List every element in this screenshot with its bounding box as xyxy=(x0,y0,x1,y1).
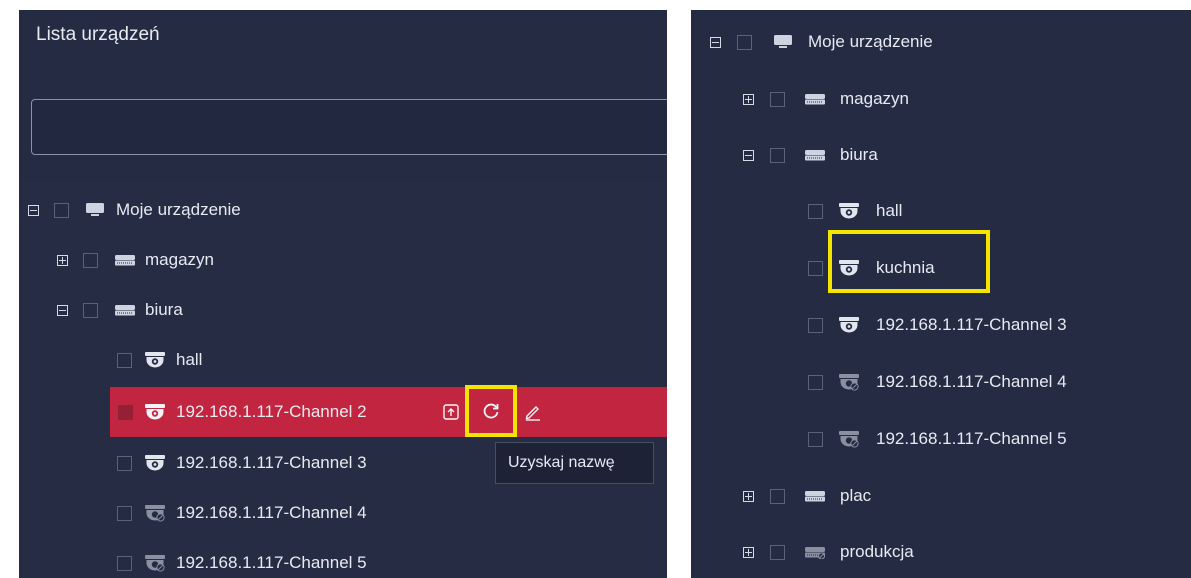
tree-group-row[interactable]: plac xyxy=(691,476,1191,516)
tree-group-row[interactable]: produkcja xyxy=(691,532,1191,572)
nvr-offline-icon xyxy=(804,545,826,559)
expand-toggle-icon[interactable] xyxy=(743,547,754,558)
tree-channel-row[interactable]: hall xyxy=(19,340,667,380)
channel-label: 192.168.1.117-Channel 5 xyxy=(876,429,1067,448)
checkbox[interactable] xyxy=(770,545,785,560)
panel-title: Lista urządzeń xyxy=(36,24,160,45)
group-label: magazyn xyxy=(145,250,214,269)
camera-offline-icon xyxy=(838,430,860,448)
channel-label: 192.168.1.117-Channel 2 xyxy=(176,402,367,421)
checkbox[interactable] xyxy=(808,432,823,447)
tree-root-row[interactable]: Moje urządzenie xyxy=(19,190,667,230)
camera-icon xyxy=(144,454,166,472)
nvr-icon xyxy=(804,489,826,503)
collapse-toggle-icon[interactable] xyxy=(710,37,721,48)
group-label: plac xyxy=(840,486,872,505)
monitor-icon xyxy=(773,34,793,50)
checkbox[interactable] xyxy=(117,506,132,521)
nvr-icon xyxy=(114,253,136,267)
tree-channel-row[interactable]: 192.168.1.117-Channel 5 xyxy=(691,419,1191,459)
group-label: magazyn xyxy=(840,89,909,108)
checkbox[interactable] xyxy=(770,148,785,163)
checkbox[interactable] xyxy=(770,489,785,504)
tree-root-label: Moje urządzenie xyxy=(116,200,241,219)
checkbox[interactable] xyxy=(737,35,752,50)
collapse-toggle-icon[interactable] xyxy=(743,150,754,161)
expand-toggle-icon[interactable] xyxy=(57,255,68,266)
highlight-box xyxy=(828,230,990,293)
channel-label: 192.168.1.117-Channel 3 xyxy=(176,453,367,472)
checkbox[interactable] xyxy=(83,253,98,268)
checkbox[interactable] xyxy=(83,303,98,318)
expand-toggle-icon[interactable] xyxy=(743,94,754,105)
checkbox[interactable] xyxy=(54,203,69,218)
tree-channel-row[interactable]: 192.168.1.117-Channel 4 xyxy=(19,493,667,533)
nvr-icon xyxy=(804,92,826,106)
checkbox[interactable] xyxy=(808,261,823,276)
tree-root-label: Moje urządzenie xyxy=(808,32,933,51)
nvr-icon xyxy=(114,303,136,317)
edit-icon[interactable] xyxy=(524,403,542,421)
search-input[interactable] xyxy=(31,99,667,155)
channel-label: hall xyxy=(176,350,203,369)
checkbox[interactable] xyxy=(808,318,823,333)
tree-group-row[interactable]: biura xyxy=(19,290,667,330)
group-label: biura xyxy=(145,300,183,319)
tree-group-row[interactable]: magazyn xyxy=(691,79,1191,119)
checkbox[interactable] xyxy=(808,375,823,390)
tree-channel-row[interactable]: 192.168.1.117-Channel 3 xyxy=(691,305,1191,345)
device-tree-panel: Moje urządzenie magazyn biura hall kuchn… xyxy=(691,10,1191,578)
channel-label: 192.168.1.117-Channel 3 xyxy=(876,315,1067,334)
collapse-toggle-icon[interactable] xyxy=(57,305,68,316)
device-list-panel: Lista urządzeń Moje urządzenie magazyn b… xyxy=(19,10,667,578)
tree-channel-row[interactable]: hall xyxy=(691,191,1191,231)
tree-root-row[interactable]: Moje urządzenie xyxy=(691,22,1191,62)
channel-label: 192.168.1.117-Channel 4 xyxy=(876,372,1067,391)
tree-group-row[interactable]: biura xyxy=(691,135,1191,175)
camera-offline-icon xyxy=(144,554,166,572)
nvr-icon xyxy=(804,148,826,162)
tree-channel-row[interactable]: 192.168.1.117-Channel 4 xyxy=(691,362,1191,402)
channel-label: 192.168.1.117-Channel 4 xyxy=(176,503,367,522)
upload-icon[interactable] xyxy=(443,404,459,420)
camera-icon xyxy=(838,316,860,334)
tree-channel-row[interactable]: 192.168.1.117-Channel 5 xyxy=(19,543,667,578)
highlight-box xyxy=(465,385,517,437)
camera-icon xyxy=(144,403,166,421)
checkbox[interactable] xyxy=(117,353,132,368)
checkbox[interactable] xyxy=(808,204,823,219)
checkbox[interactable] xyxy=(117,456,132,471)
camera-offline-icon xyxy=(144,504,166,522)
group-label: produkcja xyxy=(840,542,914,561)
tooltip: Uzyskaj nazwę xyxy=(495,442,654,484)
monitor-icon xyxy=(85,202,105,218)
channel-label: 192.168.1.117-Channel 5 xyxy=(176,553,367,572)
camera-offline-icon xyxy=(838,373,860,391)
tree-group-row[interactable]: magazyn xyxy=(19,240,667,280)
collapse-toggle-icon[interactable] xyxy=(28,205,39,216)
checkbox[interactable] xyxy=(117,556,132,571)
camera-icon xyxy=(838,202,860,220)
channel-label: hall xyxy=(876,201,903,220)
checkbox[interactable] xyxy=(770,92,785,107)
camera-icon xyxy=(144,351,166,369)
tree-channel-row-selected[interactable]: 192.168.1.117-Channel 2 xyxy=(110,387,667,437)
checkbox[interactable] xyxy=(118,405,133,420)
group-label: biura xyxy=(840,145,878,164)
expand-toggle-icon[interactable] xyxy=(743,491,754,502)
